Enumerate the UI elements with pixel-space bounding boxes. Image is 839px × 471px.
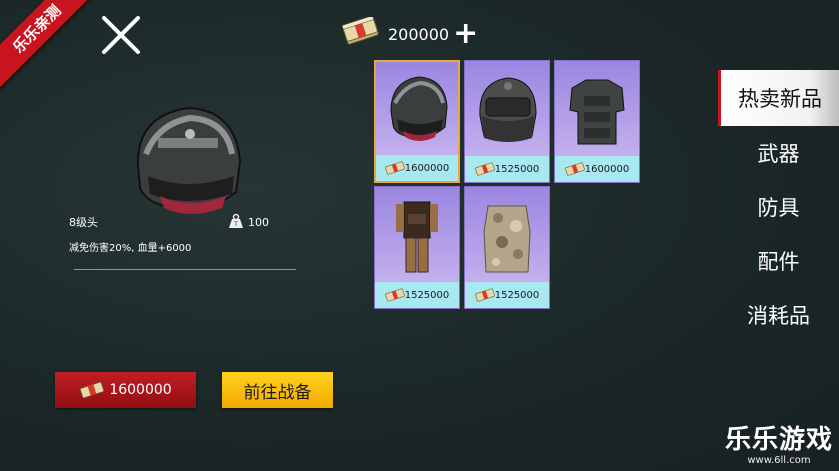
buy-price: 1600000 <box>109 382 172 398</box>
item-description: 减免伤害20%, 血量+6000 <box>69 243 192 254</box>
cash-icon <box>341 15 380 51</box>
cash-icon <box>474 162 495 176</box>
tab-consumables[interactable]: 消耗品 <box>718 288 839 342</box>
watermark-title: 乐乐游戏 <box>724 425 833 455</box>
cash-icon <box>384 161 405 175</box>
divider <box>74 269 296 270</box>
item-weight: T 100 <box>228 213 269 232</box>
item-price: 1600000 <box>376 155 458 181</box>
item-price: 1525000 <box>465 282 549 308</box>
helmet-level8-icon <box>381 67 455 155</box>
item-card[interactable]: 1525000 <box>374 186 460 309</box>
buy-button[interactable]: 1600000 <box>55 372 196 408</box>
item-price: 1525000 <box>465 156 549 182</box>
item-card[interactable]: 1525000 <box>464 186 550 309</box>
tab-hot-new[interactable]: 热卖新品 <box>718 70 839 126</box>
helmet-preview-icon <box>136 106 242 214</box>
cash-icon <box>564 162 585 176</box>
item-price: 1600000 <box>555 156 639 182</box>
cash-icon <box>384 288 405 302</box>
cash-icon <box>474 288 495 302</box>
go-to-loadout-button[interactable]: 前往战备 <box>222 372 333 408</box>
watermark-url: www.6ll.com <box>747 455 811 466</box>
watermark: 乐乐游戏 www.6ll.com <box>725 425 833 467</box>
weight-value: 100 <box>248 216 269 229</box>
tab-attachments[interactable]: 配件 <box>718 234 839 288</box>
weight-icon: T <box>228 213 244 232</box>
category-tabs: 热卖新品 武器 防具 配件 消耗品 <box>718 70 839 342</box>
selected-item-preview <box>118 96 253 231</box>
add-currency-button[interactable]: + <box>453 19 478 49</box>
svg-text:T: T <box>233 221 238 228</box>
currency-display: 200000 + <box>341 15 478 52</box>
item-price: 1525000 <box>375 282 459 308</box>
item-card[interactable]: 1525000 <box>464 60 550 183</box>
currency-amount: 200000 <box>388 24 450 44</box>
tab-weapons[interactable]: 武器 <box>718 126 839 180</box>
tab-armor[interactable]: 防具 <box>718 180 839 234</box>
item-card[interactable]: 1600000 <box>374 60 460 183</box>
close-icon[interactable] <box>100 14 142 56</box>
helmet-visor-icon <box>470 66 544 154</box>
cash-icon <box>80 381 105 399</box>
item-card[interactable]: 1600000 <box>554 60 640 183</box>
camo-ghillie-icon <box>470 192 544 280</box>
armor-vest-dark-icon <box>560 66 634 154</box>
tactical-suit-icon <box>380 192 454 280</box>
selected-item-name: 8级头 <box>69 216 98 229</box>
